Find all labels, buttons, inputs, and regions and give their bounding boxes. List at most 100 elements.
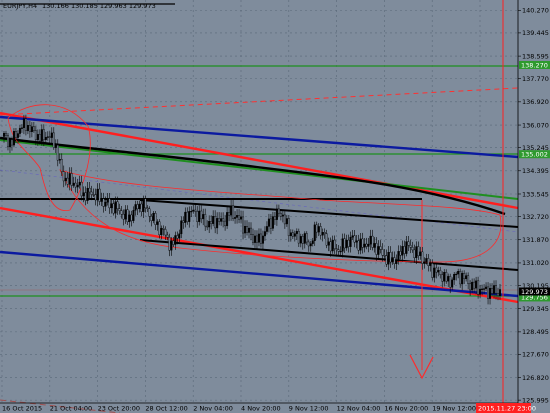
candle-body xyxy=(467,275,470,284)
candle-body xyxy=(367,243,370,247)
candle-body xyxy=(321,232,324,236)
candle-body xyxy=(391,257,394,263)
candle-body xyxy=(42,129,45,140)
price-tick-label: 134.395 xyxy=(522,167,549,175)
candle-body xyxy=(8,139,11,148)
candle-body xyxy=(487,286,490,299)
candle-body xyxy=(132,210,135,221)
candle-body xyxy=(56,144,59,161)
candle-body xyxy=(178,233,181,239)
candle-body xyxy=(162,228,165,230)
candle-body xyxy=(66,177,69,185)
candle-body xyxy=(92,194,95,196)
candle-body xyxy=(140,203,143,212)
candle-body xyxy=(76,184,79,188)
candle-body xyxy=(110,203,113,209)
candle-body xyxy=(461,273,464,285)
candle-body xyxy=(234,217,237,219)
candle-body xyxy=(349,236,352,247)
candle-body xyxy=(393,257,396,264)
current-time-text: 2015.11.27 23:00 xyxy=(478,405,536,413)
price-tick-label: 132.720 xyxy=(522,213,549,221)
candle-body xyxy=(200,210,203,220)
candle-body xyxy=(3,133,6,137)
candle-body xyxy=(427,258,430,266)
candle-body xyxy=(6,135,9,148)
price-tick-label: 140.270 xyxy=(522,7,549,15)
candle-body xyxy=(210,221,213,224)
candle-body xyxy=(28,125,31,132)
candle-body xyxy=(303,233,306,244)
candle-body xyxy=(471,281,474,291)
candle-body xyxy=(30,126,33,132)
candle-body xyxy=(481,288,484,290)
candle-body xyxy=(397,251,400,261)
candle-body xyxy=(449,276,452,288)
candle-body xyxy=(78,181,81,186)
candle-body xyxy=(439,270,442,275)
candle-body xyxy=(403,246,406,254)
price-tick-label: 136.920 xyxy=(522,98,549,106)
candle-body xyxy=(98,188,101,202)
candle-body xyxy=(281,214,284,217)
price-level-tag-text: 135.002 xyxy=(521,151,548,159)
candle-body xyxy=(419,251,422,256)
candle-body xyxy=(216,218,219,229)
candle-body xyxy=(206,225,209,228)
candle-body xyxy=(355,240,358,243)
candle-body xyxy=(447,276,450,282)
time-axis-labels: 16 Oct 2015 21 Oct 04:00 23 Oct 20:00 28 Oc… xyxy=(2,405,524,413)
candle-body xyxy=(196,211,199,222)
price-tick-label: 131.020 xyxy=(522,259,549,267)
candle-body xyxy=(170,240,173,251)
candle-body xyxy=(10,139,13,146)
candle-body xyxy=(373,243,376,248)
price-tick-label: 127.670 xyxy=(522,351,549,359)
candle-body xyxy=(222,218,225,222)
candle-body xyxy=(114,201,117,214)
candle-body xyxy=(166,234,169,238)
candle-body xyxy=(475,280,478,289)
candle-body xyxy=(192,209,195,212)
header-ohlc: 130.166 130.185 129.963 129.973 xyxy=(42,2,156,10)
candle-body xyxy=(463,273,466,280)
time-axis-label: 23 Oct 20:00 xyxy=(98,405,140,413)
price-tick-label: 137.770 xyxy=(522,75,549,83)
candle-body xyxy=(126,209,129,223)
candle-body xyxy=(369,235,372,245)
candle-body xyxy=(483,288,486,290)
candle-body xyxy=(20,127,23,129)
candle-body xyxy=(285,218,288,225)
candle-body xyxy=(232,205,235,219)
candle-body xyxy=(224,220,227,227)
candle-body xyxy=(46,136,49,138)
candle-body xyxy=(279,212,282,217)
candle-body xyxy=(150,216,153,221)
candle-body xyxy=(261,235,264,244)
price-chart[interactable]: EURJPY,H4 130.166 130.185 129.963 129.97… xyxy=(0,0,550,413)
candle-body xyxy=(68,173,71,185)
time-axis[interactable]: 16 Oct 2015 21 Oct 04:00 23 Oct 20:00 28 Oc… xyxy=(0,402,536,413)
candle-body xyxy=(64,177,67,182)
candle-body xyxy=(401,246,404,256)
candle-body xyxy=(305,233,308,243)
candle-body xyxy=(385,255,388,265)
candle-body xyxy=(309,243,312,247)
candle-body xyxy=(307,241,310,247)
candle-body xyxy=(156,221,159,225)
candle-body xyxy=(152,213,155,221)
candle-body xyxy=(4,133,7,136)
candle-body xyxy=(142,198,145,212)
candle-body xyxy=(44,137,47,140)
candle-body xyxy=(34,130,37,140)
candle-body xyxy=(16,133,19,138)
candle-body xyxy=(337,249,340,252)
candle-body xyxy=(22,118,25,129)
candle-body xyxy=(160,228,163,236)
candle-body xyxy=(277,208,280,214)
candle-body xyxy=(293,233,296,237)
candle-body xyxy=(435,267,438,273)
candle-body xyxy=(100,198,103,202)
candle-body xyxy=(198,210,201,222)
candle-body xyxy=(405,241,408,254)
